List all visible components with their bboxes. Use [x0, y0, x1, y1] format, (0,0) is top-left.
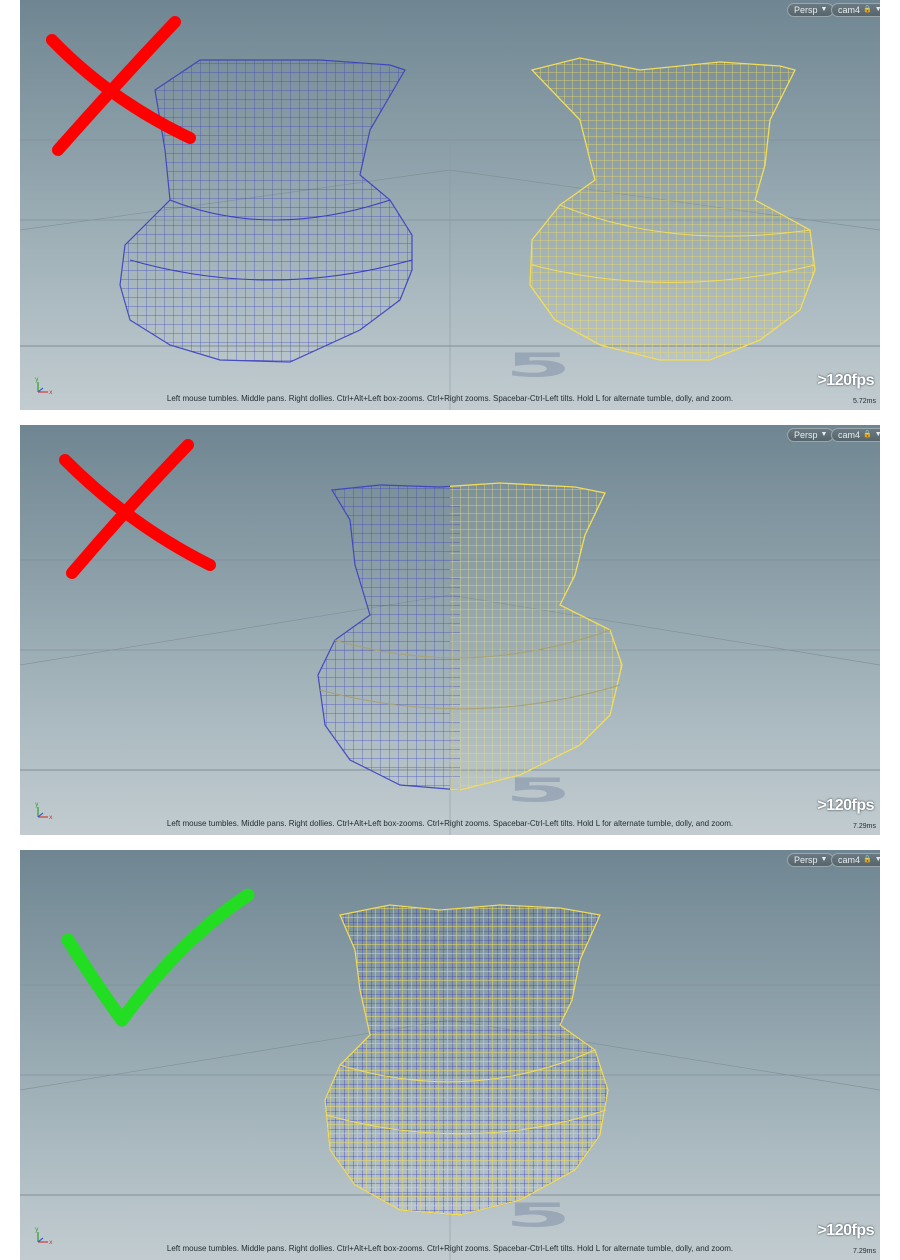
lock-icon: 🔒 — [863, 431, 872, 438]
cross-mark — [46, 16, 196, 156]
fps-readout: >120fps — [817, 372, 874, 389]
combined-wireframe-head — [324, 904, 609, 1216]
camera-mode-dropdown[interactable]: Persp ▼ — [787, 3, 835, 17]
viewport-help-text: Left mouse tumbles. Middle pans. Right d… — [166, 394, 734, 403]
camera-mode-label: Persp — [794, 855, 818, 865]
viewport-panel[interactable]: 5 Persp ▼ cam4 🔒 ▼ y x Left mouse tumble… — [20, 850, 880, 1260]
chevron-down-icon: ▼ — [820, 431, 828, 438]
camera-name-label: cam4 — [838, 855, 861, 865]
cross-mark — [59, 439, 216, 579]
camera-mode-dropdown[interactable]: Persp ▼ — [787, 853, 835, 867]
chevron-down-icon: ▼ — [820, 856, 828, 863]
camera-select-dropdown[interactable]: cam4 🔒 ▼ — [831, 428, 880, 442]
frame-time-readout: 5.72ms — [853, 398, 876, 405]
axis-gizmo-icon: y x — [35, 1226, 53, 1246]
camera-select-dropdown[interactable]: cam4 🔒 ▼ — [831, 3, 880, 17]
axis-y-label: y — [35, 801, 39, 808]
viewport-help-text: Left mouse tumbles. Middle pans. Right d… — [166, 1244, 734, 1253]
chevron-down-icon: ▼ — [874, 6, 880, 13]
check-mark — [61, 888, 255, 1027]
ground-number-glyph: 5 — [505, 346, 572, 385]
lock-icon: 🔒 — [863, 856, 872, 863]
axis-gizmo-icon: y x — [35, 376, 53, 396]
camera-mode-dropdown[interactable]: Persp ▼ — [787, 428, 835, 442]
camera-name-label: cam4 — [838, 430, 861, 440]
axis-gizmo-icon: y x — [35, 801, 53, 821]
frame-time-readout: 7.29ms — [853, 823, 876, 830]
chevron-down-icon: ▼ — [874, 431, 880, 438]
yellow-wireframe-head — [529, 57, 816, 361]
frame-time-readout: 7.29ms — [853, 1248, 876, 1255]
camera-name-label: cam4 — [838, 5, 861, 15]
axis-y-label: y — [35, 376, 39, 383]
chevron-down-icon: ▼ — [820, 6, 828, 13]
viewport-panel[interactable]: 5 Persp ▼ cam4 🔒 ▼ y x Left mouse tumble… — [20, 425, 880, 835]
fps-readout: >120fps — [817, 797, 874, 814]
axis-y-label: y — [35, 1226, 39, 1233]
fps-readout: >120fps — [817, 1222, 874, 1239]
chevron-down-icon: ▼ — [874, 856, 880, 863]
camera-mode-label: Persp — [794, 430, 818, 440]
lock-icon: 🔒 — [863, 6, 872, 13]
camera-select-dropdown[interactable]: cam4 🔒 ▼ — [831, 853, 880, 867]
camera-mode-label: Persp — [794, 5, 818, 15]
viewport-panel[interactable]: 5 Persp ▼ cam4 🔒 ▼ y x Left mouse tumble… — [20, 0, 880, 410]
viewport-help-text: Left mouse tumbles. Middle pans. Right d… — [166, 819, 734, 828]
